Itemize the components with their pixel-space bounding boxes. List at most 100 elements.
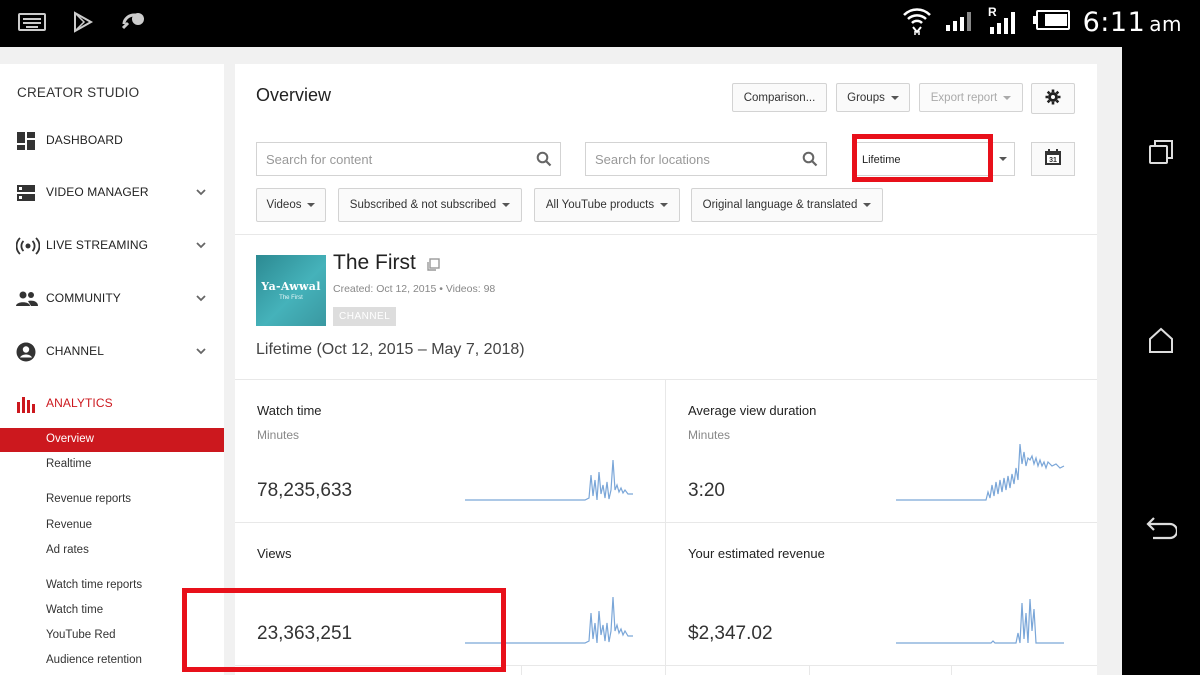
metric-card-estimated-revenue[interactable]: Your estimated revenue $2,347.02 [666,523,1096,665]
sidebar-subitem-label: Revenue reports [46,493,132,505]
groups-button-label: Groups [847,91,885,104]
caret-down-icon [890,95,899,100]
sidebar-subitem-label: Overview [46,433,94,445]
sidebar-item-label: LIVE STREAMING [46,238,149,252]
metric-title: Views [257,546,292,561]
filter-label: Videos [266,199,302,211]
calendar-button[interactable]: 31 [1031,142,1075,176]
estimated-revenue-sparkline [896,598,1064,644]
filter-label: All YouTube products [545,199,655,211]
android-nav-bar [1122,47,1200,675]
clock: 6:11 am [1083,7,1182,38]
sidebar-item-live-streaming[interactable]: LIVE STREAMING [0,230,224,260]
calendar-icon: 31 [1044,148,1062,171]
chevron-down-icon[interactable] [195,238,207,250]
filter-subscription[interactable]: Subscribed & not subscribed [338,188,522,222]
roaming-signal-icon: R [987,5,1021,40]
clock-time: 6:11 [1082,7,1146,38]
sidebar-subitem-revenue[interactable]: Revenue [0,514,224,538]
home-icon[interactable] [1144,323,1178,357]
analytics-icon [16,394,36,414]
external-link-icon[interactable] [427,258,440,271]
dashboard-icon [16,131,36,151]
search-locations-input[interactable] [586,143,792,175]
caret-down-icon [1003,95,1012,100]
thumbnail-title: Ya-Awwal [261,280,321,293]
sidebar-item-community[interactable]: COMMUNITY [0,283,224,313]
sidebar-item-dashboard[interactable]: DASHBOARD [0,125,224,155]
average-view-duration-sparkline [896,443,1065,501]
channel-name[interactable]: The First [333,251,416,275]
video-manager-icon [16,183,36,203]
groups-button[interactable]: Groups [836,83,910,112]
date-range-text: Lifetime (Oct 12, 2015 – May 7, 2018) [256,341,525,358]
thumbnail-subtitle: The First [279,295,303,301]
metric-card-watch-time[interactable]: Watch time Minutes 78,235,633 [235,380,665,522]
filter-youtube-products[interactable]: All YouTube products [534,188,680,222]
community-icon [16,289,38,309]
missed-call-icon [120,10,146,39]
sidebar-item-label: CHANNEL [46,344,105,358]
sidebar-item-video-manager[interactable]: VIDEO MANAGER [0,177,224,207]
sidebar-item-label: COMMUNITY [46,291,121,305]
channel-thumbnail[interactable]: Ya-Awwal The First [256,255,326,326]
chevron-down-icon[interactable] [195,185,207,197]
divider [235,234,1097,235]
creator-studio-app: CREATOR STUDIO DASHBOARD VIDEO MANAGER L… [0,47,1122,675]
metric-title: Your estimated revenue [688,546,825,561]
divider [665,380,666,675]
sidebar-item-label: DASHBOARD [46,133,123,147]
filter-label: Subscribed & not subscribed [349,199,497,211]
views-highlight [182,588,506,672]
export-report-button-label: Export report [930,91,998,104]
channel-icon [16,342,36,362]
sidebar-item-label: ANALYTICS [46,396,113,410]
sidebar-subitem-ad-rates[interactable]: Ad rates [0,539,224,563]
search-locations-field[interactable] [585,142,827,176]
metric-title: Watch time [257,403,322,418]
sidebar-subitem-label: Revenue [46,519,93,531]
chevron-down-icon[interactable] [990,143,1014,175]
gear-icon [1045,89,1061,108]
sidebar-item-channel[interactable]: CHANNEL [0,336,224,366]
watch-time-sparkline [465,459,633,501]
search-content-input[interactable] [257,143,526,175]
divider [951,666,952,675]
recent-apps-icon[interactable] [1144,135,1178,169]
signal-icon [945,9,975,36]
comparison-button[interactable]: Comparison... [732,83,827,112]
caret-down-icon [307,203,316,207]
sidebar-subitem-label: Audience retention [46,654,142,666]
settings-button[interactable] [1031,83,1075,114]
sidebar-title: CREATOR STUDIO [17,85,140,100]
metric-title: Average view duration [688,403,817,418]
channel-badge: CHANNEL [333,307,397,326]
metric-unit: Minutes [688,428,731,442]
chevron-down-icon[interactable] [195,291,207,303]
divider [521,666,522,675]
sidebar-subitem-realtime[interactable]: Realtime [0,453,224,477]
filter-videos[interactable]: Videos [256,188,326,222]
clock-ampm: am [1149,12,1182,36]
search-content-field[interactable] [256,142,561,176]
sidebar: CREATOR STUDIO DASHBOARD VIDEO MANAGER L… [0,64,224,675]
caret-down-icon [502,203,511,207]
sidebar-subitem-overview[interactable]: Overview [0,428,224,452]
status-bar: R 6:11 am [0,0,1200,47]
page-title: Overview [256,85,332,105]
svg-text:31: 31 [1049,157,1057,164]
search-icon[interactable] [802,151,818,167]
channel-meta: Created: Oct 12, 2015 • Videos: 98 [333,283,496,295]
sidebar-subitem-label: Realtime [46,458,92,470]
search-icon[interactable] [536,151,552,167]
sidebar-subitem-revenue-reports[interactable]: Revenue reports [0,488,224,512]
live-streaming-icon [15,236,41,256]
chevron-down-icon[interactable] [195,344,207,356]
export-report-button[interactable]: Export report [919,83,1023,112]
back-icon[interactable] [1144,511,1178,545]
sidebar-item-analytics[interactable]: ANALYTICS [0,388,224,418]
metric-value: 78,235,633 [257,480,353,501]
filter-language[interactable]: Original language & translated [691,188,883,222]
sidebar-item-label: VIDEO MANAGER [46,185,149,199]
metric-card-average-view-duration[interactable]: Average view duration Minutes 3:20 [666,380,1096,522]
